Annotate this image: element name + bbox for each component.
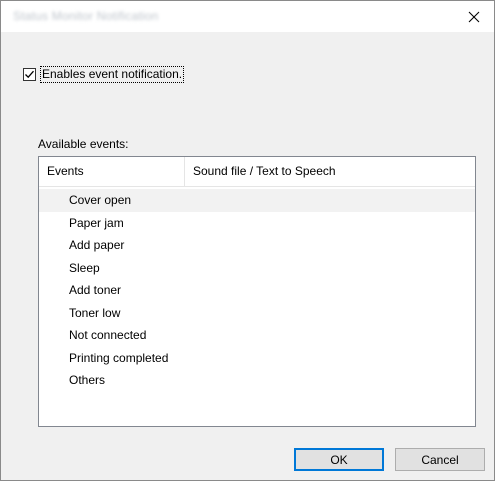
events-list[interactable]: Events Sound file / Text to Speech Cover… <box>38 156 476 427</box>
list-item-printing-completed[interactable]: Printing completed <box>39 347 475 370</box>
notification-dialog: Status Monitor Notification Enables even… <box>0 0 495 481</box>
close-icon <box>468 11 480 23</box>
list-item-not-connected[interactable]: Not connected <box>39 324 475 347</box>
ok-button[interactable]: OK <box>294 448 384 471</box>
checkmark-icon <box>25 70 34 79</box>
enable-notification-checkbox[interactable] <box>23 68 36 81</box>
cancel-button[interactable]: Cancel <box>395 448 485 471</box>
list-item-paper-jam[interactable]: Paper jam <box>39 212 475 235</box>
list-item-toner-low[interactable]: Toner low <box>39 302 475 325</box>
window-title: Status Monitor Notification <box>13 9 159 23</box>
list-item-sleep[interactable]: Sleep <box>39 257 475 280</box>
list-item-others[interactable]: Others <box>39 369 475 392</box>
list-item-cover-open[interactable]: Cover open <box>39 189 475 212</box>
list-header: Events Sound file / Text to Speech <box>39 157 475 187</box>
title-bar: Status Monitor Notification <box>1 1 494 32</box>
list-item-add-paper[interactable]: Add paper <box>39 234 475 257</box>
list-rows: Cover open Paper jam Add paper Sleep Add… <box>39 189 475 392</box>
column-header-events[interactable]: Events <box>39 157 185 186</box>
available-events-label: Available events: <box>38 137 129 151</box>
enable-notification-label[interactable]: Enables event notification. <box>40 66 185 83</box>
close-button[interactable] <box>454 1 494 32</box>
enable-notification-row[interactable]: Enables event notification. <box>23 66 185 83</box>
column-header-sound[interactable]: Sound file / Text to Speech <box>185 157 475 186</box>
list-item-add-toner[interactable]: Add toner <box>39 279 475 302</box>
